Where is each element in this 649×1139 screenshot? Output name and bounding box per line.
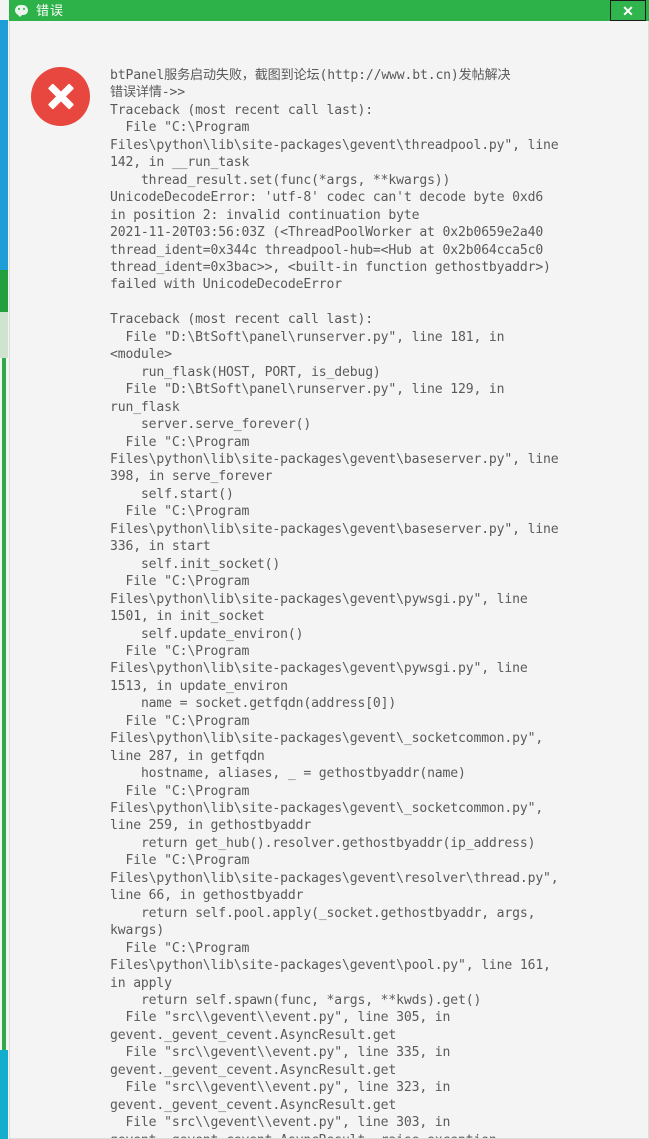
strip-segment-green-line — [2, 358, 6, 1050]
chat-bubble-icon — [14, 3, 30, 19]
dialog-body: btPanel服务启动失败，截图到论坛(http://www.bt.cn)发帖解… — [9, 21, 649, 1139]
strip-segment-pale — [0, 312, 8, 358]
error-dialog-window: 错误 ✕ btPanel服务启动失败，截图到论坛(http://www.bt.c… — [9, 0, 649, 1139]
error-circle-x-icon — [31, 67, 90, 126]
title-bar[interactable]: 错误 ✕ — [9, 0, 649, 21]
window-title: 错误 — [36, 3, 65, 18]
error-message-text: btPanel服务启动失败，截图到论坛(http://www.bt.cn)发帖解… — [110, 68, 559, 1138]
close-button[interactable]: ✕ — [610, 0, 646, 21]
strip-segment-green — [0, 270, 8, 312]
strip-segment-blue-top — [0, 20, 8, 270]
error-message-area: btPanel服务启动失败，截图到论坛(http://www.bt.cn)发帖解… — [110, 67, 640, 1138]
strip-segment-blue-bottom — [0, 1050, 8, 1139]
desktop-background-strip — [0, 0, 8, 1139]
